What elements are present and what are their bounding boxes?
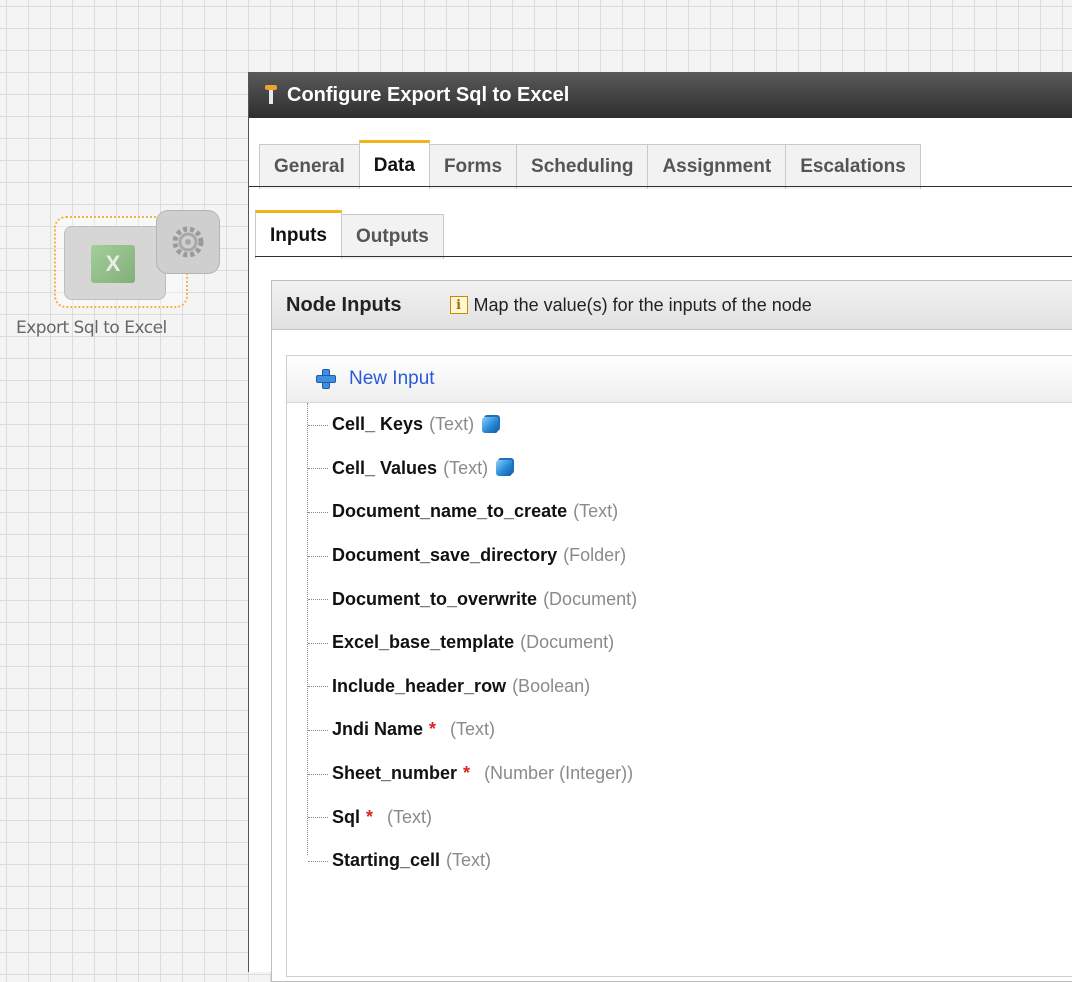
excel-icon: X	[91, 245, 135, 283]
input-name: Include_header_row	[332, 675, 507, 696]
cube-icon[interactable]	[496, 460, 513, 477]
node-icon-tile: X	[64, 226, 166, 300]
input-row[interactable]: Starting_cell (Text)	[287, 839, 1072, 883]
required-marker: *	[366, 806, 374, 827]
input-name: Sql	[332, 806, 361, 827]
input-name: Cell_ Keys	[332, 414, 424, 435]
subtab-outputs[interactable]: Outputs	[341, 214, 444, 259]
input-row[interactable]: Document_save_directory (Folder)	[287, 534, 1072, 578]
input-row[interactable]: Excel_base_template (Document)	[287, 621, 1072, 665]
subtab-inputs[interactable]: Inputs	[255, 210, 342, 259]
required-marker: *	[429, 719, 437, 740]
input-row[interactable]: Cell_ Keys (Text)	[287, 403, 1072, 447]
dialog-titlebar[interactable]: Configure Export Sql to Excel	[249, 72, 1072, 118]
app-icon	[265, 85, 277, 105]
node-label: Export Sql to Excel	[16, 318, 167, 338]
input-type: (Text)	[450, 719, 496, 740]
input-name: Cell_ Values	[332, 457, 438, 478]
tabs-divider	[249, 186, 1072, 187]
input-row[interactable]: Sheet_number * (Number (Integer))	[287, 752, 1072, 796]
tab-escalations[interactable]: Escalations	[785, 144, 921, 189]
input-type: (Text)	[429, 414, 475, 435]
new-input-button[interactable]: New Input	[287, 356, 1072, 403]
data-subtabs: Inputs Outputs	[255, 210, 444, 259]
input-type: (Text)	[573, 501, 619, 522]
inputs-tree: New Input Cell_ Keys (Text) Cell_ Values (T…	[286, 355, 1072, 977]
new-input-label: New Input	[349, 368, 435, 389]
panel-header: Node Inputs i Map the value(s) for the i…	[272, 281, 1072, 330]
gear-icon	[156, 210, 220, 274]
inputs-list: Cell_ Keys (Text) Cell_ Values (Text) Docume…	[287, 403, 1072, 883]
dialog-title: Configure Export Sql to Excel	[287, 83, 570, 106]
input-type: (Text)	[387, 806, 433, 827]
tab-assignment[interactable]: Assignment	[647, 144, 787, 189]
input-name: Sheet_number	[332, 763, 458, 784]
panel-hint: Map the value(s) for the inputs of the n…	[473, 294, 812, 315]
main-tabs: General Data Forms Scheduling Assignment…	[259, 140, 921, 189]
tab-general[interactable]: General	[259, 144, 360, 189]
input-type: (Number (Integer))	[484, 763, 634, 784]
input-row[interactable]: Document_name_to_create (Text)	[287, 490, 1072, 534]
subtabs-divider	[255, 256, 1072, 257]
input-name: Starting_cell	[332, 850, 441, 871]
workflow-node-export-sql-to-excel[interactable]: X	[54, 210, 220, 308]
tab-data[interactable]: Data	[358, 140, 430, 189]
configure-dialog: Configure Export Sql to Excel General Da…	[248, 72, 1072, 982]
input-row[interactable]: Include_header_row (Boolean)	[287, 665, 1072, 709]
plus-icon	[317, 370, 335, 388]
input-type: (Folder)	[563, 545, 627, 566]
input-type: (Document)	[543, 588, 638, 609]
cube-icon[interactable]	[482, 416, 499, 433]
input-row[interactable]: Cell_ Values (Text)	[287, 447, 1072, 491]
input-row[interactable]: Jndi Name * (Text)	[287, 708, 1072, 752]
input-type: (Boolean)	[512, 675, 591, 696]
input-name: Document_save_directory	[332, 545, 558, 566]
input-row[interactable]: Sql * (Text)	[287, 795, 1072, 839]
input-name: Document_name_to_create	[332, 501, 568, 522]
input-name: Jndi Name	[332, 719, 424, 740]
panel-title: Node Inputs	[286, 293, 402, 316]
node-inputs-panel: Node Inputs i Map the value(s) for the i…	[271, 280, 1072, 982]
input-name: Excel_base_template	[332, 632, 515, 653]
input-type: (Document)	[520, 632, 615, 653]
info-icon: i	[449, 296, 468, 314]
tab-forms[interactable]: Forms	[428, 144, 518, 189]
input-row[interactable]: Document_to_overwrite (Document)	[287, 577, 1072, 621]
required-marker: *	[463, 763, 471, 784]
tab-scheduling[interactable]: Scheduling	[516, 144, 649, 189]
input-type: (Text)	[443, 457, 489, 478]
input-type: (Text)	[446, 850, 492, 871]
input-name: Document_to_overwrite	[332, 588, 538, 609]
